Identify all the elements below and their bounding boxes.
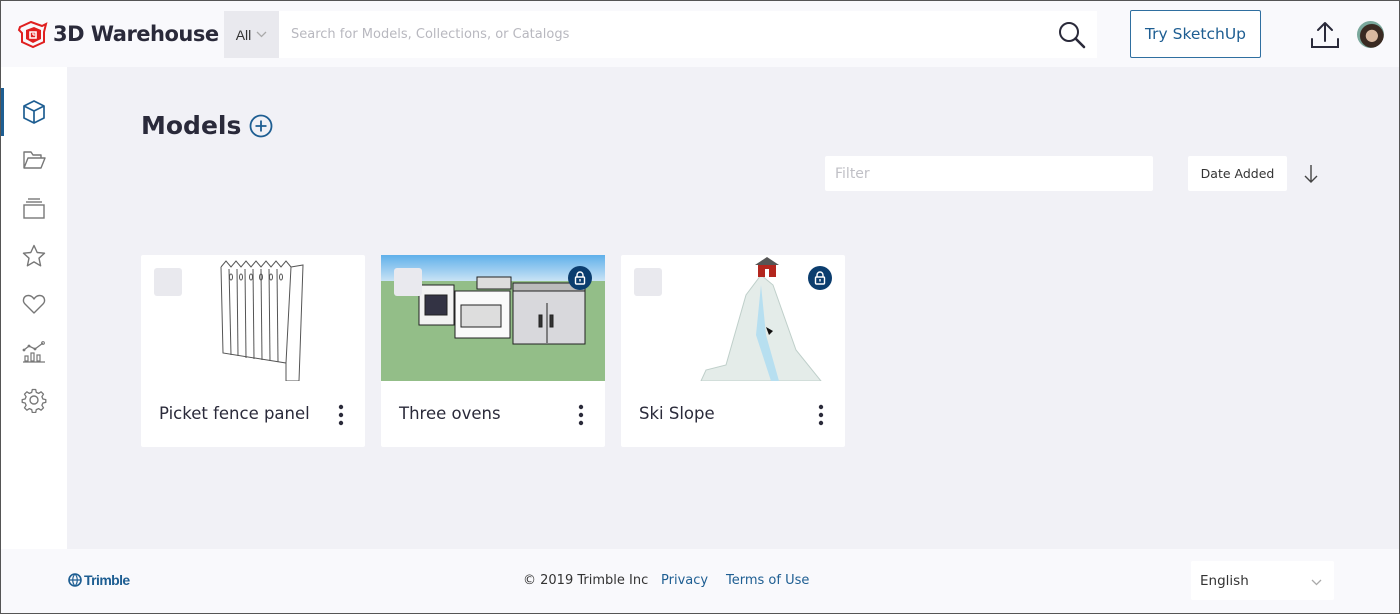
upload-icon <box>1311 22 1339 48</box>
select-checkbox[interactable] <box>394 268 422 296</box>
user-avatar[interactable] <box>1357 21 1384 48</box>
footer: Trimble © 2019 Trimble Inc Privacy Terms… <box>1 549 1399 613</box>
brand-logo[interactable]: 3D Warehouse <box>17 19 219 49</box>
sidebar-item-models[interactable] <box>1 88 67 136</box>
more-options-button[interactable] <box>575 404 587 426</box>
sidebar-item-settings[interactable] <box>1 376 67 424</box>
model-card[interactable]: Ski Slope <box>621 255 845 447</box>
language-value: English <box>1200 572 1249 589</box>
sidebar-item-favorites[interactable] <box>1 232 67 280</box>
search-icon <box>1059 21 1086 48</box>
select-checkbox[interactable] <box>634 268 662 296</box>
sidebar-item-likes[interactable] <box>1 280 67 328</box>
search-bar: All <box>224 11 1097 58</box>
private-lock-badge <box>808 266 832 290</box>
privacy-link[interactable]: Privacy <box>661 573 708 588</box>
sidebar-item-collections[interactable] <box>1 136 67 184</box>
sidebar <box>1 67 67 549</box>
cube-icon <box>23 100 45 124</box>
model-card[interactable]: Picket fence panel <box>141 255 365 447</box>
sidebar-item-catalogs[interactable] <box>1 184 67 232</box>
main-content: Models Date Added <box>67 67 1399 549</box>
plus-circle-icon <box>249 114 273 138</box>
more-options-button[interactable] <box>335 404 347 426</box>
model-name: Three ovens <box>399 404 501 423</box>
star-icon <box>22 244 46 267</box>
lock-icon <box>574 271 586 285</box>
heart-icon <box>22 294 46 314</box>
trimble-wordmark: Trimble <box>84 572 130 588</box>
search-scope-dropdown[interactable]: All <box>224 11 279 58</box>
private-lock-badge <box>568 266 592 290</box>
sort-direction-button[interactable] <box>1301 163 1321 185</box>
terms-of-use-link[interactable]: Terms of Use <box>726 573 809 588</box>
lock-icon <box>814 271 826 285</box>
trimble-logo[interactable]: Trimble <box>68 572 130 588</box>
sort-dropdown[interactable]: Date Added <box>1188 156 1287 191</box>
search-scope-label: All <box>235 26 252 43</box>
trimble-globe-icon <box>68 573 82 587</box>
chevron-down-icon <box>1311 574 1322 590</box>
model-name: Ski Slope <box>639 404 715 423</box>
kebab-menu-icon <box>578 404 584 426</box>
model-card[interactable]: Three ovens <box>381 255 605 447</box>
chart-icon <box>22 341 45 363</box>
copyright-text: © 2019 Trimble Inc <box>523 573 649 588</box>
kebab-menu-icon <box>338 404 344 426</box>
folder-icon <box>23 151 46 169</box>
3d-warehouse-logo-icon <box>17 20 48 49</box>
search-button[interactable] <box>1047 11 1097 58</box>
gear-icon <box>21 388 47 413</box>
search-input[interactable] <box>279 11 1047 58</box>
add-model-button[interactable] <box>249 114 273 138</box>
chevron-down-icon <box>256 29 267 41</box>
more-options-button[interactable] <box>815 404 827 426</box>
upload-button[interactable] <box>1309 19 1341 51</box>
filter-input[interactable] <box>825 156 1153 191</box>
model-name: Picket fence panel <box>159 404 310 423</box>
brand-name: 3D Warehouse <box>53 22 219 46</box>
kebab-menu-icon <box>818 404 824 426</box>
arrow-down-icon <box>1304 165 1318 183</box>
sidebar-item-analytics[interactable] <box>1 328 67 376</box>
page-title: Models <box>141 111 242 140</box>
header: 3D Warehouse All Try SketchUp <box>1 1 1399 67</box>
stack-icon <box>23 198 45 219</box>
try-sketchup-button[interactable]: Try SketchUp <box>1130 10 1261 58</box>
select-checkbox[interactable] <box>154 268 182 296</box>
language-select[interactable]: English <box>1191 561 1334 600</box>
